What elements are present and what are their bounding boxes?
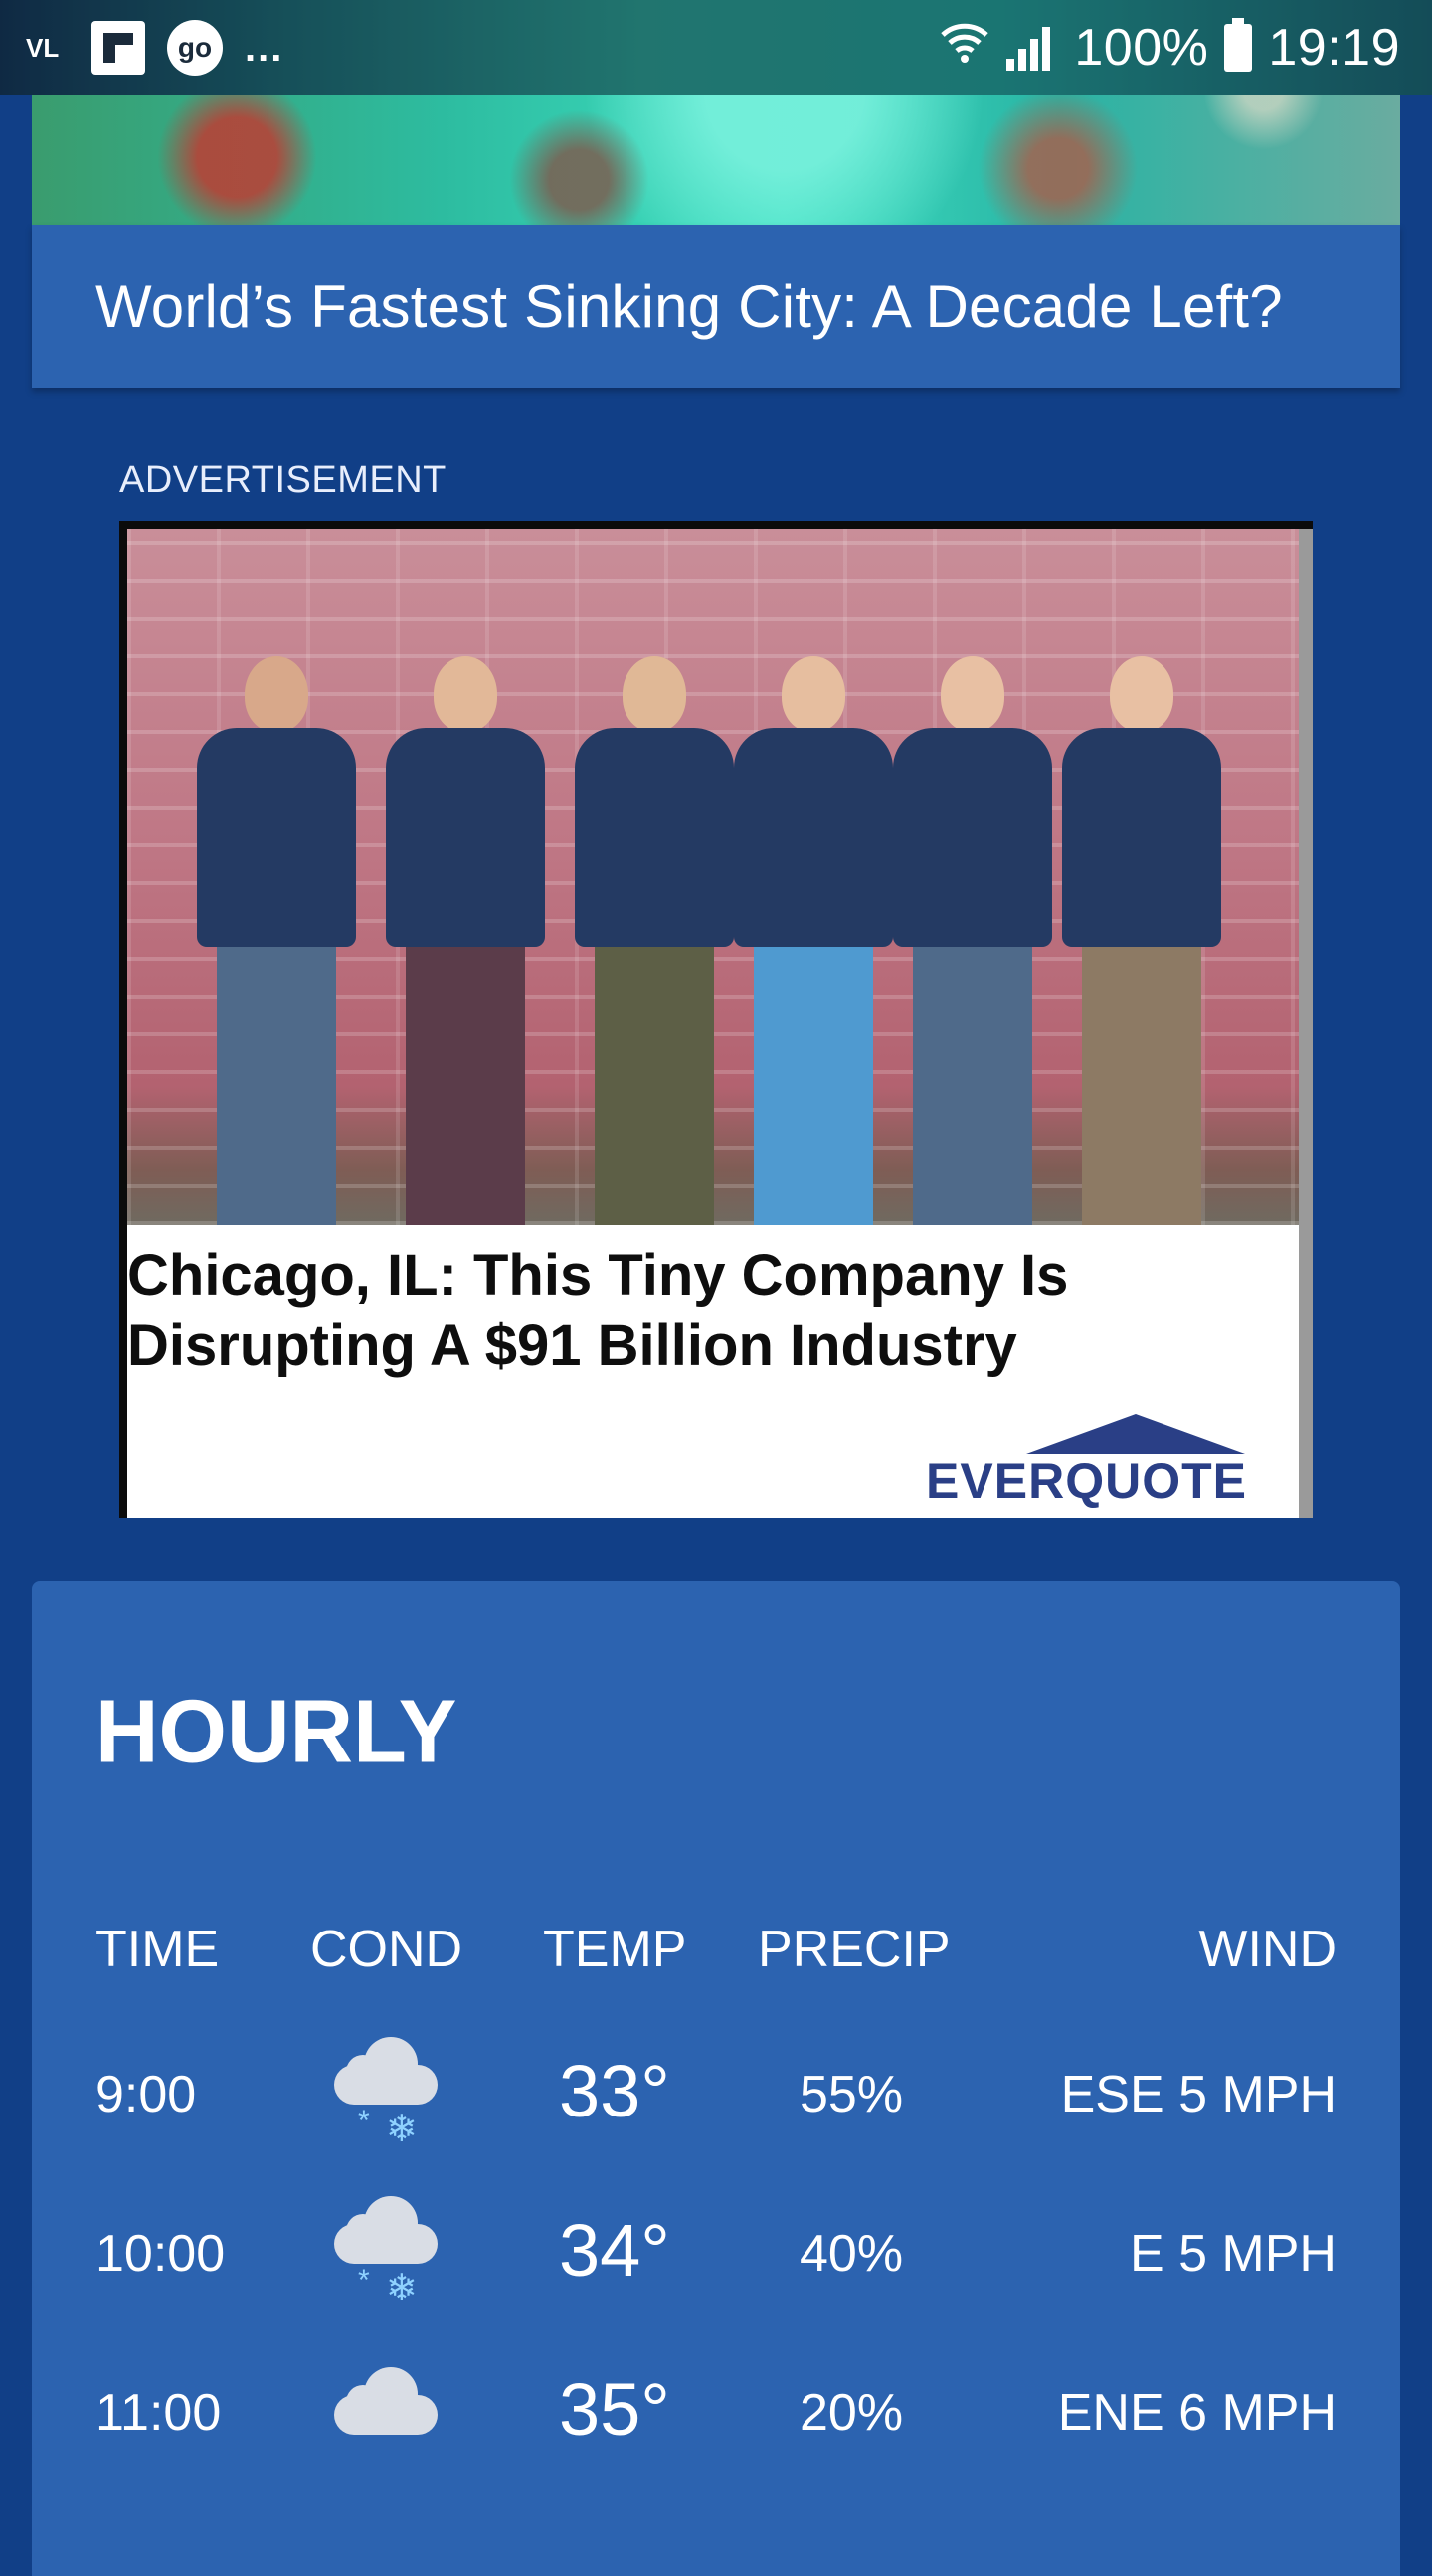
hourly-row[interactable]: 10:00 * ❄ 34° 40% E 5 MPH (32, 2188, 1400, 2337)
cloud-icon (328, 2361, 448, 2471)
signal-icon (1006, 25, 1058, 71)
ad-person (734, 656, 893, 1225)
row-time: 10:00 (95, 2225, 226, 2283)
row-temp: 35° (559, 2368, 670, 2451)
ad-brand-name: EVERQUOTE (926, 1453, 1247, 1509)
ad-person (575, 656, 734, 1225)
row-temp: 33° (559, 2050, 670, 2132)
more-notifications-icon: ... (245, 25, 284, 70)
ad-title: Chicago, IL: This Tiny Company Is Disrup… (127, 1241, 1281, 1380)
row-temp: 34° (559, 2209, 670, 2292)
article-headline-bar: World’s Fastest Sinking City: A Decade L… (32, 225, 1400, 388)
row-time: 11:00 (95, 2384, 222, 2442)
row-wind: E 5 MPH (1129, 2225, 1337, 2283)
advertisement-label: ADVERTISEMENT (119, 460, 447, 501)
row-time: 9:00 (95, 2066, 197, 2123)
hourly-row[interactable]: 11:00 35° 20% ENE 6 MPH (32, 2347, 1400, 2496)
ad-person (386, 656, 545, 1225)
column-header-precip: PRECIP (758, 1921, 951, 1978)
column-header-wind: WIND (1198, 1921, 1337, 1978)
ad-person (1062, 656, 1221, 1225)
clock: 19:19 (1268, 19, 1400, 77)
ad-title-line-1: Chicago, IL: This Tiny Company Is (127, 1243, 1069, 1308)
status-bar-left: VL go ... (26, 0, 283, 95)
ad-title-line-2: Disrupting A $91 Billion Industry (127, 1313, 1017, 1378)
column-header-temp: TEMP (543, 1921, 687, 1978)
ad-person (197, 656, 356, 1225)
row-precip: 40% (800, 2225, 904, 2283)
hourly-row[interactable]: 9:00 * ❄ 33° 55% ESE 5 MPH (32, 2029, 1400, 2178)
hourly-title: HOURLY (95, 1681, 457, 1781)
status-bar-right: 100% 19:19 (939, 0, 1400, 95)
vl-icon: VL (26, 32, 60, 63)
battery-icon (1224, 18, 1253, 72)
go-icon: go (167, 20, 223, 76)
house-roof-icon (1026, 1414, 1245, 1454)
wifi-icon (939, 18, 990, 78)
snow-cloud-icon: * ❄ (328, 2196, 448, 2311)
column-header-cond: COND (310, 1921, 463, 1978)
advertisement-banner[interactable]: Chicago, IL: This Tiny Company Is Disrup… (119, 521, 1313, 1518)
row-wind: ESE 5 MPH (1060, 2066, 1337, 2123)
ad-image (127, 529, 1301, 1225)
row-precip: 55% (800, 2066, 904, 2123)
snow-cloud-icon: * ❄ (328, 2037, 448, 2152)
ad-brand-logo: EVERQUOTE (926, 1414, 1247, 1510)
flipboard-icon (91, 21, 145, 75)
ad-person (893, 656, 1052, 1225)
hourly-forecast-card: HOURLY TIME COND TEMP PRECIP WIND 9:00 *… (32, 1581, 1400, 2576)
row-wind: ENE 6 MPH (1057, 2384, 1337, 2442)
status-bar: VL go ... 100% 19:19 (0, 0, 1432, 95)
article-headline: World’s Fastest Sinking City: A Decade L… (95, 273, 1283, 340)
column-header-time: TIME (95, 1921, 220, 1978)
battery-percent: 100% (1074, 19, 1209, 77)
row-precip: 20% (800, 2384, 904, 2442)
